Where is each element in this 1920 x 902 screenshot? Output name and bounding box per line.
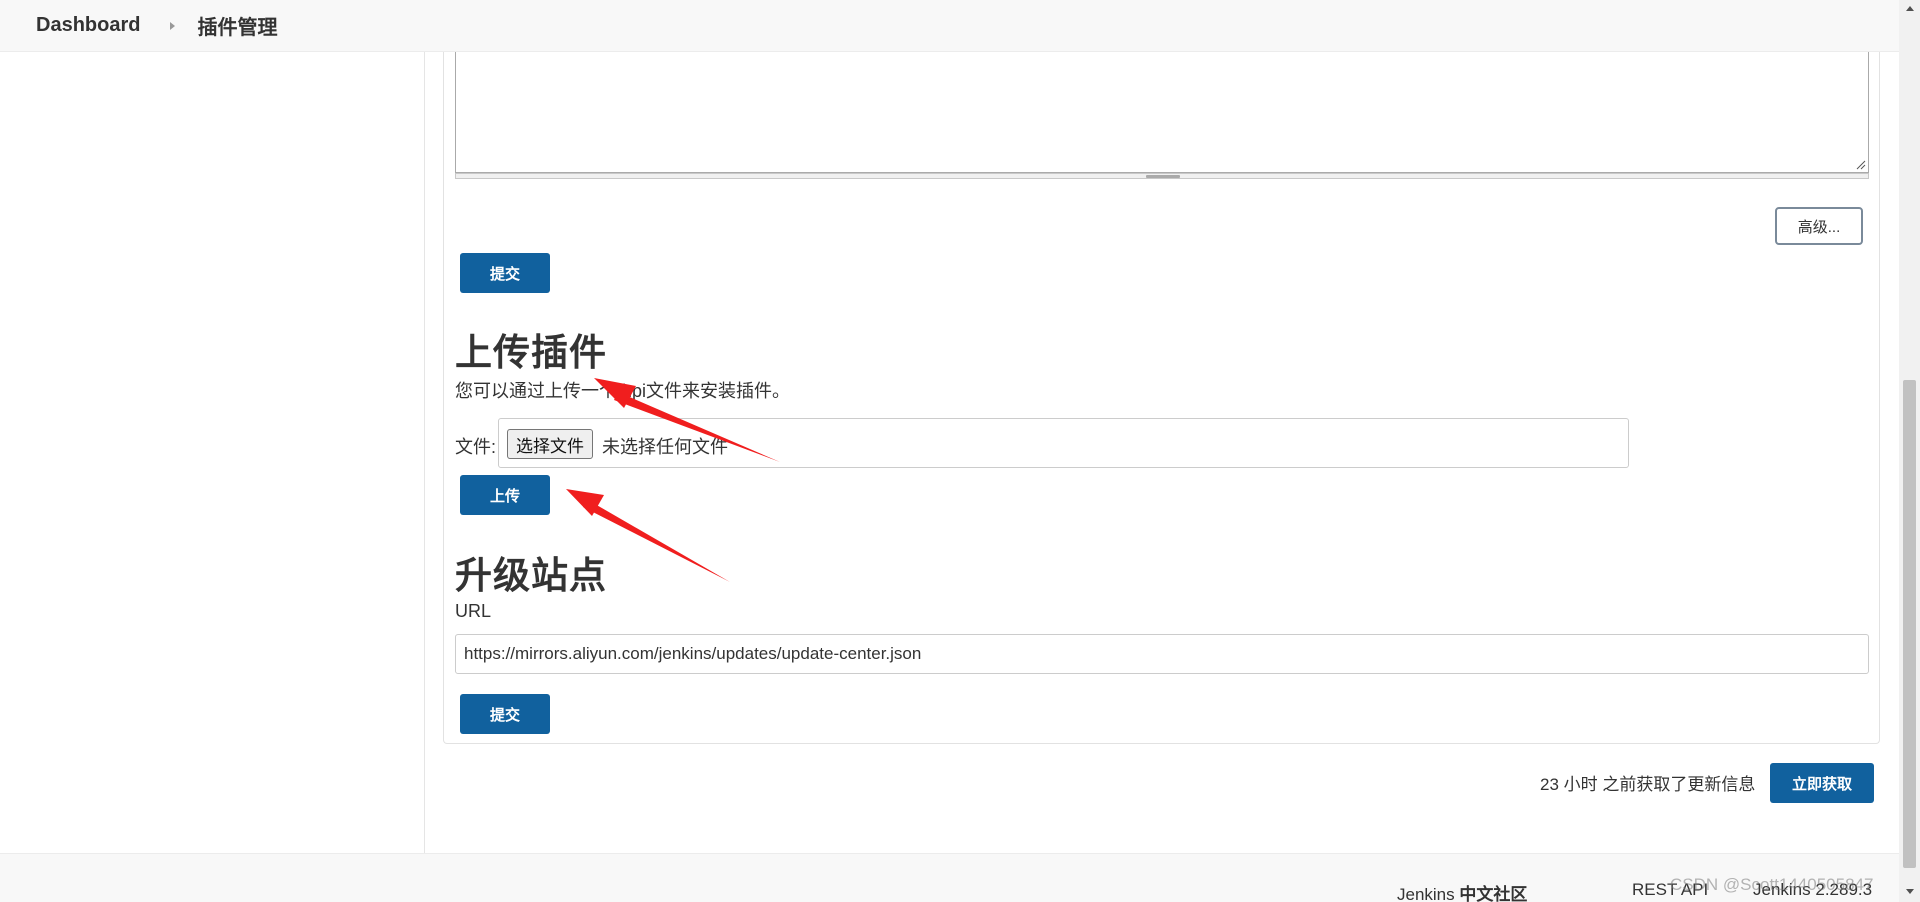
choose-file-button[interactable]: 选择文件 (507, 429, 593, 459)
file-label: 文件: (455, 437, 497, 457)
upload-plugin-description: 您可以通过上传一个.hpi文件来安装插件。 (455, 381, 791, 401)
watermark: CSDN @Scott1440505847 (1670, 875, 1874, 894)
no-file-chosen-text: 未选择任何文件 (602, 437, 728, 457)
resize-grip-icon[interactable] (1855, 159, 1866, 170)
breadcrumb-plugin-manager[interactable]: 插件管理 (197, 11, 277, 40)
footer-community-link[interactable]: Jenkins 中文社区 (1397, 880, 1527, 902)
advanced-button[interactable]: 高级... (1775, 207, 1863, 245)
proxy-submit-button[interactable]: 提交 (460, 253, 550, 293)
fetch-now-button[interactable]: 立即获取 (1770, 763, 1874, 803)
update-site-submit-button[interactable]: 提交 (460, 694, 550, 734)
upload-button[interactable]: 上传 (460, 475, 550, 515)
update-site-heading: 升级站点 (455, 555, 607, 596)
sidebar-divider (424, 52, 425, 853)
breadcrumb-separator-icon (170, 21, 176, 30)
scrollbar-thumb[interactable] (1903, 380, 1916, 868)
breadcrumb-bar: Dashboard 插件管理 (0, 0, 1920, 52)
breadcrumb-dashboard[interactable]: Dashboard (36, 14, 140, 37)
textarea-resize-bar[interactable] (455, 173, 1869, 179)
footer: Jenkins 中文社区 REST API Jenkins 2.289.3 (0, 853, 1920, 902)
update-status-text: 23 小时 之前获取了更新信息 (1540, 775, 1756, 794)
proxy-settings-textarea[interactable] (455, 52, 1869, 173)
resize-handle-icon[interactable] (1146, 175, 1180, 178)
scroll-down-icon[interactable] (1906, 889, 1914, 894)
update-site-url-input[interactable] (455, 634, 1869, 674)
upload-plugin-heading: 上传插件 (455, 332, 607, 373)
file-input[interactable]: 选择文件 未选择任何文件 (498, 418, 1629, 468)
scroll-up-icon[interactable] (1906, 6, 1914, 11)
url-label: URL (455, 601, 492, 621)
